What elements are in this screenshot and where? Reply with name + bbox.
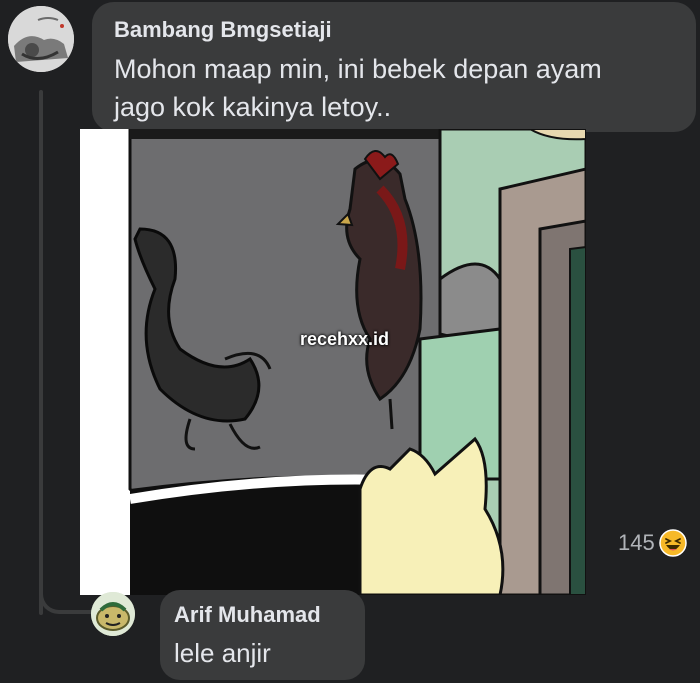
commenter-avatar[interactable] [8, 6, 74, 72]
profile-photo-icon [8, 6, 74, 72]
reply-bubble[interactable]: Arif Muhamad lele anjir [160, 590, 365, 680]
thread-line [39, 90, 43, 615]
reaction-count: 145 [618, 530, 655, 555]
meme-cartoon-image [80, 129, 586, 595]
cartoon-avatar-icon [91, 592, 135, 636]
image-watermark: recehxx.id [300, 329, 390, 349]
reaction-summary[interactable]: 145 [618, 528, 687, 558]
reply-author[interactable]: Arif Muhamad [174, 602, 321, 628]
reply-avatar[interactable] [91, 592, 135, 636]
comment-bubble[interactable]: Bambang Bmgsetiaji Mohon maap min, ini b… [92, 2, 696, 132]
laugh-emoji-icon [658, 529, 687, 557]
comment-text-line-1: Mohon maap min, ini bebek depan ayam [114, 54, 602, 84]
comment-text-line-2: jago kok kakinya letoy.. [114, 92, 392, 122]
comment-image[interactable]: recehxx.id [80, 129, 586, 595]
reply-text: lele anjir [174, 638, 271, 668]
comment-author[interactable]: Bambang Bmgsetiaji [114, 17, 332, 43]
